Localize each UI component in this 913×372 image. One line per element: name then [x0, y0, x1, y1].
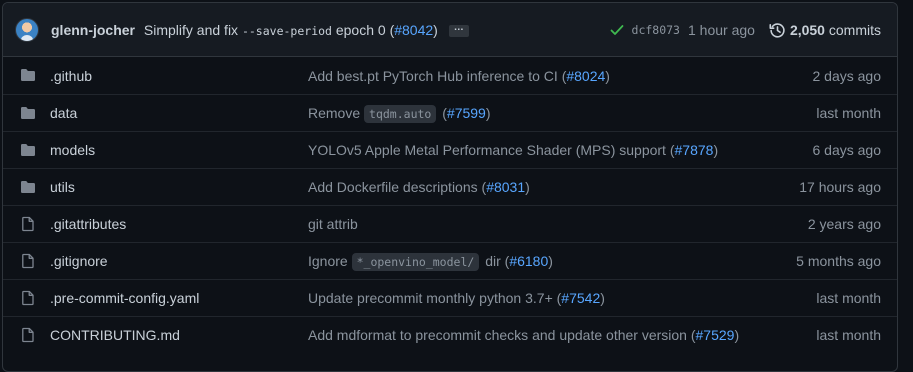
folder-icon: [21, 181, 35, 193]
file-commit-age: 2 years ago: [807, 216, 881, 232]
file-name-link[interactable]: models: [50, 142, 95, 158]
file-commit-pr-link[interactable]: #7599: [447, 105, 486, 121]
file-commit-pr-link[interactable]: #6180: [509, 253, 548, 269]
commits-count-link[interactable]: 2,050 commits: [790, 22, 881, 38]
file-commit-message: Add mdformat to precommit checks and upd…: [308, 327, 739, 343]
commit-count: 2,050: [789, 22, 825, 38]
file-commit-code[interactable]: *_openvino_model/: [351, 253, 480, 271]
file-commit-close: ): [600, 290, 605, 306]
file-row-gitignore[interactable]: .gitignore Ignore *_openvino_model/ dir (…: [3, 242, 897, 279]
latest-commit-bar: glenn-jocher Simplify and fix --save-per…: [3, 3, 897, 57]
file-commit-age: 17 hours ago: [799, 179, 881, 195]
commit-message-code[interactable]: --save-period: [242, 24, 332, 38]
author-avatar[interactable]: [15, 17, 39, 42]
file-icon: [22, 327, 34, 343]
folder-icon: [21, 69, 35, 81]
file-name-link[interactable]: CONTRIBUTING.md: [50, 327, 180, 343]
file-name-link[interactable]: .gitattributes: [50, 216, 126, 232]
file-icon: [22, 290, 34, 306]
file-commit-text[interactable]: Ignore: [308, 253, 348, 269]
file-commit-pr-link[interactable]: #7542: [561, 290, 600, 306]
commits-label: commits: [828, 22, 881, 38]
file-name-link[interactable]: utils: [50, 179, 75, 195]
check-icon[interactable]: [609, 22, 625, 38]
file-name-link[interactable]: .pre-commit-config.yaml: [50, 290, 199, 306]
history-icon: [769, 22, 785, 38]
commit-message-text[interactable]: Simplify and fix: [144, 22, 238, 38]
file-commit-message: Update precommit monthly python 3.7+ (#7…: [308, 290, 605, 306]
file-name-link[interactable]: data: [50, 105, 77, 121]
file-commit-close: ): [525, 179, 530, 195]
file-commit-pr-link[interactable]: #7529: [696, 327, 735, 343]
file-commit-close: ): [605, 67, 610, 84]
latest-commit-message: glenn-jocher Simplify and fix --save-per…: [51, 22, 469, 38]
commit-message-text-2[interactable]: epoch 0 (: [336, 22, 394, 38]
file-commit-message: Remove tqdm.auto (#7599): [308, 105, 491, 123]
file-commit-age: last month: [816, 327, 881, 343]
file-row-utils[interactable]: utils Add Dockerfile descriptions (#8031)…: [3, 168, 897, 205]
file-commit-text[interactable]: Add Dockerfile descriptions (: [308, 179, 486, 195]
file-row-github[interactable]: .github Add best.pt PyTorch Hub inference…: [3, 57, 897, 94]
file-commit-close: ): [734, 327, 740, 343]
file-commit-close: ): [713, 142, 719, 158]
file-icon: [22, 253, 34, 269]
file-name-link[interactable]: .gitignore: [50, 253, 108, 269]
file-commit-age: 5 months ago: [796, 253, 881, 269]
file-icon: [22, 216, 34, 232]
file-commit-close: ): [548, 253, 553, 269]
file-row-pre-commit-config-yaml[interactable]: .pre-commit-config.yaml Update precommit …: [3, 279, 897, 316]
commit-age: 1 hour ago: [687, 22, 755, 38]
file-commit-text[interactable]: YOLOv5 Apple Metal Performance Shader (M…: [308, 142, 675, 158]
file-commit-pr-link[interactable]: #8031: [486, 179, 525, 195]
file-list: .github Add best.pt PyTorch Hub inference…: [3, 57, 897, 353]
file-row-contributing-md[interactable]: CONTRIBUTING.md Add mdformat to precommit…: [3, 316, 897, 353]
file-commit-age: 6 days ago: [812, 142, 882, 158]
file-commit-message: YOLOv5 Apple Metal Performance Shader (M…: [308, 142, 718, 158]
file-commit-age: last month: [816, 290, 881, 306]
file-commit-age: last month: [816, 105, 881, 121]
file-commit-text[interactable]: Add mdformat to precommit checks and upd…: [308, 327, 696, 343]
file-row-models[interactable]: models YOLOv5 Apple Metal Performance Sha…: [3, 131, 897, 168]
file-commit-text-2[interactable]: dir (: [485, 253, 509, 269]
file-commit-message: Add best.pt PyTorch Hub inference to CI …: [308, 68, 610, 84]
file-commit-message: Add Dockerfile descriptions (#8031): [308, 179, 530, 195]
commit-author-link[interactable]: glenn-jocher: [51, 22, 135, 38]
file-commit-code[interactable]: tqdm.auto: [364, 105, 437, 123]
file-commit-text[interactable]: Update precommit monthly python 3.7+ (: [308, 290, 561, 306]
file-row-data[interactable]: data Remove tqdm.auto (#7599) last month: [3, 94, 897, 131]
file-commit-text[interactable]: git attrib: [308, 216, 358, 232]
file-commit-close: ): [485, 105, 491, 121]
file-commit-message: git attrib: [308, 216, 358, 232]
expand-message-button[interactable]: …: [448, 22, 469, 37]
file-commit-message: Ignore *_openvino_model/ dir (#6180): [308, 253, 553, 271]
folder-icon: [21, 107, 35, 119]
file-browser: glenn-jocher Simplify and fix --save-per…: [2, 2, 898, 372]
file-name-link[interactable]: .github: [50, 68, 92, 84]
commit-message-close: ): [433, 21, 438, 38]
file-commit-pr-link[interactable]: #8024: [566, 68, 605, 84]
commit-sha-link[interactable]: dcf8073: [632, 23, 680, 37]
file-commit-text[interactable]: Add best.pt PyTorch Hub inference to CI …: [308, 68, 566, 84]
file-row-gitattributes[interactable]: .gitattributes git attrib 2 years ago: [3, 205, 897, 242]
commit-meta: dcf8073 1 hour ago 2,050 commits: [609, 3, 881, 57]
file-commit-text[interactable]: Remove: [308, 105, 360, 121]
folder-icon: [21, 144, 35, 156]
file-commit-pr-link[interactable]: #7878: [675, 142, 714, 158]
commit-pr-link[interactable]: #8042: [394, 22, 433, 38]
file-commit-age: 2 days ago: [812, 67, 882, 84]
